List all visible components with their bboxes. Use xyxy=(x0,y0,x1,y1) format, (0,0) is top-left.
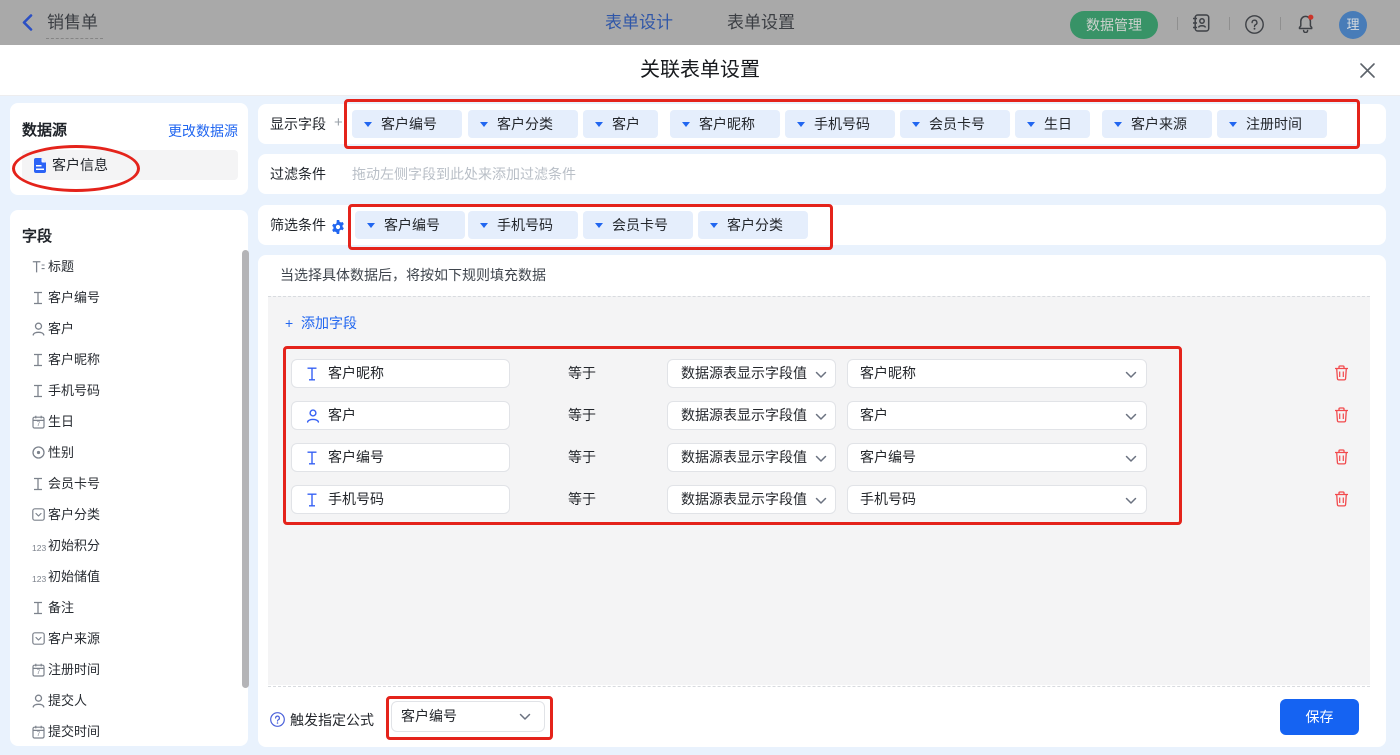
svg-text:7: 7 xyxy=(37,421,41,428)
svg-text:7: 7 xyxy=(37,731,41,738)
svg-text:7: 7 xyxy=(37,669,41,676)
